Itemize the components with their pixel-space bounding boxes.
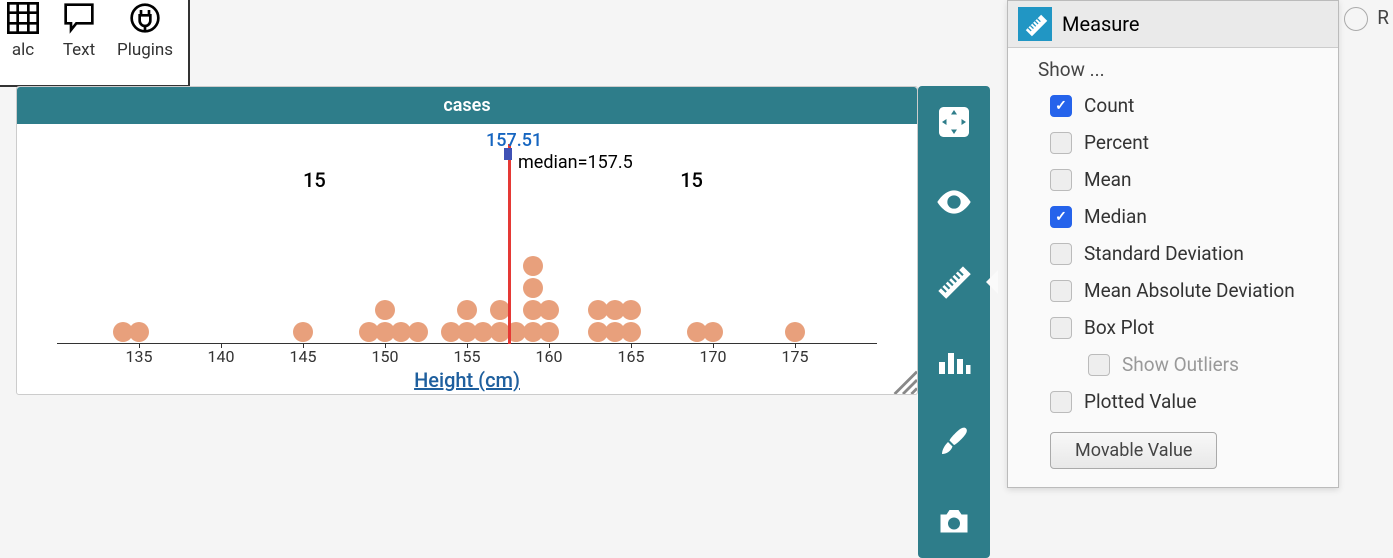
side-tool-format[interactable]	[932, 420, 976, 464]
tick-label: 135	[126, 347, 153, 366]
plug-icon	[127, 0, 163, 36]
tick-label: 175	[782, 347, 809, 366]
resize-handle[interactable]	[889, 366, 917, 394]
data-point[interactable]	[523, 256, 543, 276]
data-point[interactable]	[293, 322, 313, 342]
checkbox-icon[interactable]	[1050, 132, 1072, 154]
data-point[interactable]	[129, 322, 149, 342]
checkbox-label: Plotted Value	[1084, 390, 1197, 413]
data-point[interactable]	[523, 278, 543, 298]
measure-panel-header: Measure	[1008, 1, 1338, 48]
checkbox-label: Median	[1084, 205, 1147, 228]
tick-label: 165	[618, 347, 645, 366]
checkbox-percent[interactable]: Percent	[1008, 124, 1338, 161]
checkbox-label: Show Outliers	[1122, 353, 1239, 376]
checkbox-label: Standard Deviation	[1084, 242, 1244, 265]
tool-plugins-label: Plugins	[117, 40, 173, 60]
checkbox-median[interactable]: Median	[1008, 198, 1338, 235]
checkbox-outliers: Show Outliers	[1008, 346, 1338, 383]
tick-label: 150	[372, 347, 399, 366]
checkbox-mean[interactable]: Mean	[1008, 161, 1338, 198]
data-point[interactable]	[703, 322, 723, 342]
median-text: median=157.5	[518, 152, 633, 173]
data-point[interactable]	[457, 300, 477, 320]
checkbox-label: Mean Absolute Deviation	[1084, 279, 1295, 302]
data-point[interactable]	[408, 322, 428, 342]
graph-side-toolbar	[918, 86, 990, 558]
count-left: 15	[303, 168, 326, 192]
side-tool-snapshot[interactable]	[932, 500, 976, 544]
median-value-label: 157.51	[486, 130, 542, 151]
grid-icon	[5, 0, 41, 36]
data-point[interactable]	[539, 322, 559, 342]
data-point[interactable]	[621, 300, 641, 320]
data-point[interactable]	[785, 322, 805, 342]
truncated-toolbar-right: R	[1340, 0, 1393, 37]
checkbox-count[interactable]: Count	[1008, 87, 1338, 124]
movable-value-button[interactable]: Movable Value	[1050, 432, 1217, 469]
axis-label[interactable]: Height (cm)	[414, 368, 520, 392]
ruler-icon	[1018, 7, 1052, 41]
checkbox-icon[interactable]	[1050, 317, 1072, 339]
tick-label: 160	[536, 347, 563, 366]
checkbox-label: Percent	[1084, 131, 1149, 154]
plot-area[interactable]: Height (cm) 135 140 145 150 155 160 165 170 175 1…	[17, 124, 917, 394]
checkbox-label: Mean	[1084, 168, 1132, 191]
side-tool-plot-type[interactable]	[932, 340, 976, 384]
side-tool-measure[interactable]	[932, 260, 976, 304]
tick-label: 145	[290, 347, 317, 366]
show-label: Show ...	[1008, 48, 1338, 87]
chart-window: cases Height (cm) 135 140 145 150 155 160 165 1…	[16, 86, 918, 395]
tick-label: 170	[700, 347, 727, 366]
data-point[interactable]	[539, 300, 559, 320]
tool-calc-label: alc	[12, 40, 34, 60]
top-toolbar: alc Text Plugins	[0, 0, 190, 87]
speech-icon	[61, 0, 97, 36]
tool-text-label: Text	[63, 40, 95, 60]
checkbox-stddev[interactable]: Standard Deviation	[1008, 235, 1338, 272]
checkbox-icon[interactable]	[1050, 169, 1072, 191]
checkbox-label: Box Plot	[1084, 316, 1154, 339]
data-point[interactable]	[490, 300, 510, 320]
tick-label: 140	[208, 347, 235, 366]
checkbox-boxplot[interactable]: Box Plot	[1008, 309, 1338, 346]
tool-plugins[interactable]: Plugins	[117, 0, 173, 70]
tick-label: 155	[454, 347, 481, 366]
checkbox-icon[interactable]	[1050, 206, 1072, 228]
checkbox-icon[interactable]	[1050, 391, 1072, 413]
checkbox-icon[interactable]	[1050, 280, 1072, 302]
x-axis	[57, 343, 877, 344]
chart-title[interactable]: cases	[17, 87, 917, 124]
data-point[interactable]	[621, 322, 641, 342]
tool-text[interactable]: Text	[61, 0, 97, 70]
count-right: 15	[680, 168, 703, 192]
median-line[interactable]	[508, 144, 511, 344]
checkbox-icon	[1088, 354, 1110, 376]
checkbox-icon[interactable]	[1050, 243, 1072, 265]
measure-panel-title: Measure	[1062, 12, 1140, 36]
checkbox-label: Count	[1084, 94, 1134, 117]
side-tool-rescale[interactable]	[932, 100, 976, 144]
side-tool-hide-show[interactable]	[932, 180, 976, 224]
checkbox-mad[interactable]: Mean Absolute Deviation	[1008, 272, 1338, 309]
data-point[interactable]	[375, 300, 395, 320]
measure-panel: Measure Show ... Count Percent Mean Median S…	[1007, 0, 1339, 488]
checkbox-plotted[interactable]: Plotted Value	[1008, 383, 1338, 420]
tool-calc[interactable]: alc	[5, 0, 41, 70]
checkbox-icon[interactable]	[1050, 95, 1072, 117]
